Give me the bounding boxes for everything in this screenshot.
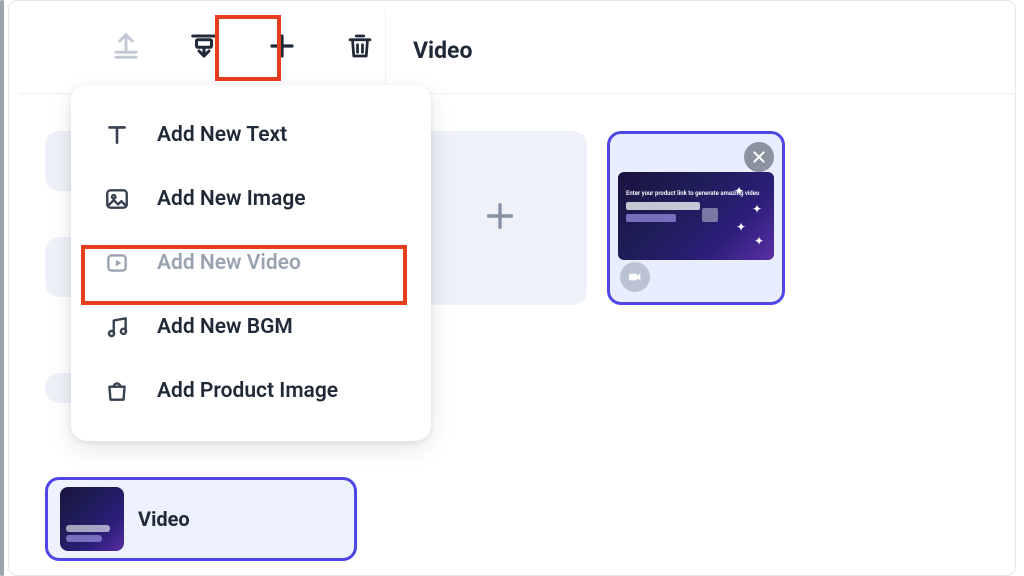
plus-icon [483,199,517,237]
video-preview: Enter your product link to generate amaz… [618,172,774,260]
menu-add-product-image[interactable]: Add Product Image [81,359,421,423]
menu-item-label: Add New Image [157,187,306,211]
close-icon[interactable] [744,142,774,172]
video-thumbnail-tile[interactable]: Enter your product link to generate amaz… [607,131,785,305]
menu-item-label: Add New Text [157,123,287,147]
play-icon [702,208,718,222]
header-divider [385,9,386,93]
video-icon [103,249,131,277]
delete-icon[interactable] [343,29,377,63]
menu-add-new-video: Add New Video [81,231,421,295]
menu-add-new-image[interactable]: Add New Image [81,167,421,231]
sparkle-icon: ✦ [754,234,764,248]
sparkle-icon: ✦ [734,184,744,198]
add-icon[interactable] [265,29,299,63]
app-frame: Video Video Enter your product link to g… [8,0,1016,576]
align-icon[interactable] [187,29,221,63]
sparkle-icon: ✦ [752,202,762,216]
toolbar [109,29,377,63]
sidebar-item-label: Video [138,507,190,531]
sparkle-icon: ✦ [736,220,746,234]
preview-input-bar [626,202,700,210]
menu-item-label: Add Product Image [157,379,338,403]
shopping-bag-icon [103,377,131,405]
image-icon [103,185,131,213]
music-icon [103,313,131,341]
menu-add-new-text[interactable]: Add New Text [81,103,421,167]
sidebar-item-video[interactable]: Video [45,477,357,561]
menu-add-new-bgm[interactable]: Add New BGM [81,295,421,359]
add-menu: Add New Text Add New Image Add New Video… [71,85,431,441]
upload-icon[interactable] [109,29,143,63]
window-left-edge [0,0,4,576]
add-media-tile[interactable] [413,131,587,305]
video-thumbnail-small [60,487,124,551]
menu-item-label: Add New Video [157,251,301,275]
text-icon [103,121,131,149]
video-camera-icon [620,262,650,292]
menu-item-label: Add New BGM [157,315,293,339]
page-title: Video [413,37,472,64]
preview-url-text [626,214,676,222]
